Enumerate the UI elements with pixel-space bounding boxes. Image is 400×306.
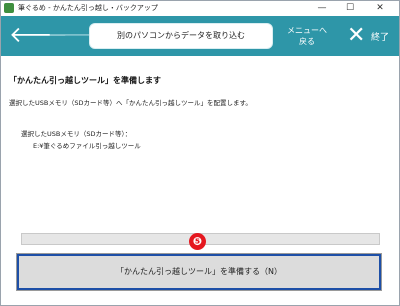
step-badge: ❺ xyxy=(189,233,206,250)
back-button[interactable]: 🡐 xyxy=(9,21,68,51)
page-title: 別のパソコンからデータを取り込む xyxy=(89,23,273,49)
back-to-menu-button[interactable]: メニューへ 戻る xyxy=(284,20,330,52)
prepare-tool-button[interactable]: 「かんたん引っ越しツール」を準備する（N） xyxy=(16,253,382,291)
section-heading: 「かんたん引っ越しツール」を準備します xyxy=(9,76,161,85)
title-bar: 筆ぐるめ - かんたん引っ越し・バックアップ — ☐ ✕ xyxy=(1,1,399,16)
minimize-button[interactable]: — xyxy=(311,1,333,16)
maximize-button[interactable]: ☐ xyxy=(339,1,361,16)
exit-label: 終了 xyxy=(371,33,390,43)
close-x-icon: ✕ xyxy=(347,23,366,48)
toolbar: 🡐 🡒 別のパソコンからデータを取り込む メニューへ 戻る ✕ 終了 xyxy=(1,16,399,56)
usb-field-value: E:¥筆ぐるめファイル引っ越しツール xyxy=(33,142,141,150)
usb-field-label: 選択したUSBメモリ（SDカード等）： xyxy=(21,130,132,138)
app-window: 筆ぐるめ - かんたん引っ越し・バックアップ — ☐ ✕ 🡐 🡒 別のパソコンか… xyxy=(0,0,400,306)
exit-button[interactable]: ✕ 終了 xyxy=(343,21,395,51)
app-icon xyxy=(4,3,14,13)
menu-button-label-line2: 戻る xyxy=(299,37,315,46)
close-window-button[interactable]: ✕ xyxy=(369,1,391,16)
description-text: 選択したUSBメモリ（SDカード等）へ「かんたん引っ越しツール」を配置します。 xyxy=(9,99,252,107)
menu-button-label-line1: メニューへ xyxy=(287,26,327,35)
window-title: 筆ぐるめ - かんたん引っ越し・バックアップ xyxy=(18,4,158,12)
forward-button: 🡒 xyxy=(47,21,106,51)
